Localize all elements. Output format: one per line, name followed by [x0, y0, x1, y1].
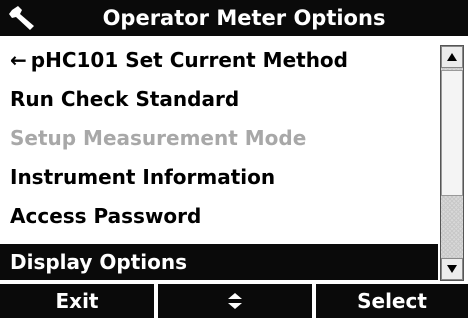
scroll-down-button[interactable] — [441, 258, 463, 280]
up-down-arrows-icon — [228, 293, 242, 309]
page-title: Operator Meter Options — [102, 6, 386, 30]
navigate-softkey[interactable] — [158, 284, 312, 318]
menu-item-label: pHC101 Set Current Method — [30, 48, 348, 72]
menu-item-label: Display Options — [10, 250, 188, 274]
menu-item-label: Instrument Information — [10, 165, 276, 189]
softkey-bar: Exit Select — [0, 284, 468, 318]
scroll-up-button[interactable] — [441, 46, 463, 68]
menu-item-access-password[interactable]: Access Password — [0, 198, 438, 234]
menu-item-label: Access Password — [10, 204, 202, 228]
menu-item-set-current-method[interactable]: ← pHC101 Set Current Method — [0, 42, 438, 78]
menu-item-display-options[interactable]: Display Options — [0, 244, 438, 280]
scrollbar[interactable] — [440, 45, 464, 281]
menu-item-instrument-information[interactable]: Instrument Information — [0, 159, 438, 195]
menu-item-run-check-standard[interactable]: Run Check Standard — [0, 81, 438, 117]
menu-item-setup-measurement-mode: Setup Measurement Mode — [0, 120, 438, 156]
menu-item-label: Run Check Standard — [10, 87, 240, 111]
triangle-up-icon — [447, 53, 457, 61]
menu-item-label: Setup Measurement Mode — [10, 126, 307, 150]
scroll-thumb[interactable] — [441, 70, 463, 196]
title-bar: Operator Meter Options — [0, 0, 468, 36]
back-arrow-icon: ← — [10, 48, 27, 72]
exit-softkey[interactable]: Exit — [0, 284, 154, 318]
select-softkey[interactable]: Select — [316, 284, 468, 318]
meter-screen: Operator Meter Options ← pHC101 Set Curre… — [0, 0, 468, 318]
triangle-down-icon — [447, 265, 457, 273]
